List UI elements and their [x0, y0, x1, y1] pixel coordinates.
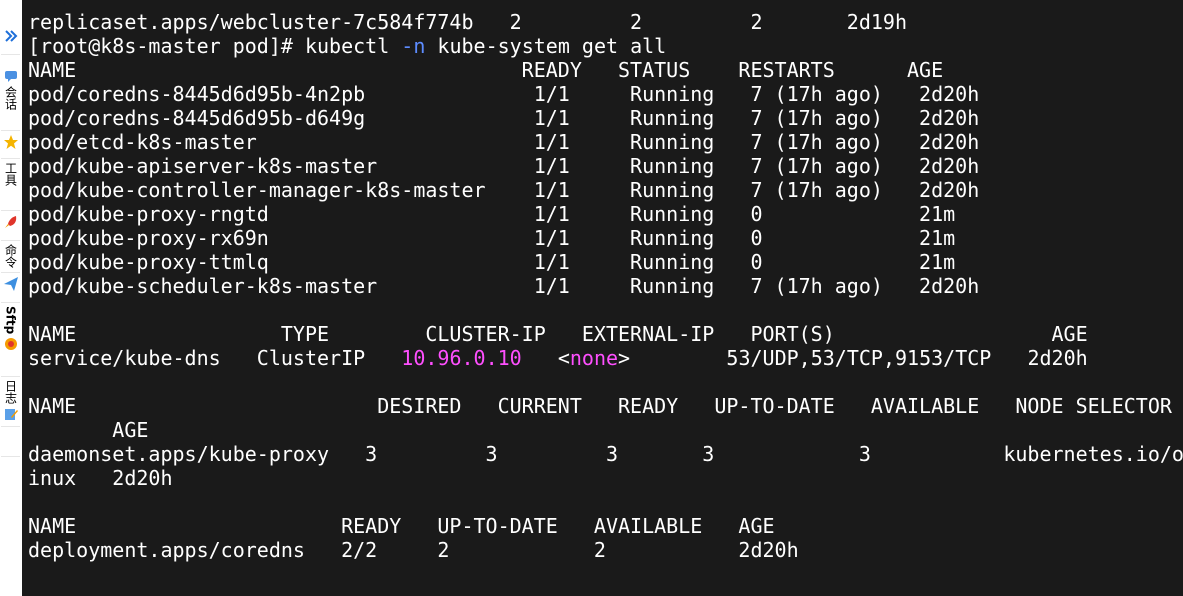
- terminal-line: inux 2d20h: [28, 466, 1183, 490]
- double-chevron-icon: [4, 30, 17, 42]
- sidebar-label-sessions: 会话: [3, 86, 18, 110]
- terminal-output[interactable]: replicaset.apps/webcluster-7c584f774b 2 …: [22, 0, 1183, 596]
- sidebar-tab-send[interactable]: [1, 274, 20, 303]
- terminal-text-segment: AGE: [28, 418, 149, 442]
- terminal-line: pod/kube-apiserver-k8s-master 1/1 Runnin…: [28, 154, 1183, 178]
- terminal-lines: replicaset.apps/webcluster-7c584f774b 2 …: [28, 10, 1183, 562]
- terminal-line: pod/kube-controller-manager-k8s-master 1…: [28, 178, 1183, 202]
- terminal-line: pod/kube-proxy-rx69n 1/1 Running 0 21m: [28, 226, 1183, 250]
- terminal-text-segment: service/kube-dns ClusterIP: [28, 346, 402, 370]
- terminal-text-segment: NAME READY UP-TO-DATE AVAILABLE AGE: [28, 514, 775, 538]
- sidebar-label-sftp: Sftp: [3, 306, 18, 335]
- star-icon: [3, 135, 18, 149]
- session-sidebar: 会话 工具 命令 Sftp 日志: [0, 0, 23, 596]
- terminal-line: NAME READY UP-TO-DATE AVAILABLE AGE: [28, 514, 1183, 538]
- terminal-text-segment: replicaset.apps/webcluster-7c584f774b 2 …: [28, 10, 907, 34]
- terminal-text-segment: pod/etcd-k8s-master 1/1 Running 7 (17h a…: [28, 130, 980, 154]
- terminal-text-segment: [root@k8s-master pod]# kubectl: [28, 34, 402, 58]
- terminal-line: pod/kube-scheduler-k8s-master 1/1 Runnin…: [28, 274, 1183, 298]
- terminal-text-segment: pod/kube-proxy-rngtd 1/1 Running 0 21m: [28, 202, 956, 226]
- terminal-text-segment: NAME READY STATUS RESTARTS AGE: [28, 58, 944, 82]
- terminal-text-segment: kube-system get all: [425, 34, 667, 58]
- terminal-line: NAME TYPE CLUSTER-IP EXTERNAL-IP PORT(S)…: [28, 322, 1183, 346]
- terminal-line: pod/etcd-k8s-master 1/1 Running 7 (17h a…: [28, 130, 1183, 154]
- send-icon: [3, 277, 18, 291]
- sidebar-tab-collapse[interactable]: [1, 26, 20, 55]
- sidebar-tab-sessions[interactable]: 会话: [1, 66, 20, 131]
- terminal-text-segment: pod/kube-apiserver-k8s-master 1/1 Runnin…: [28, 154, 980, 178]
- terminal-text-segment: pod/kube-proxy-rx69n 1/1 Running 0 21m: [28, 226, 956, 250]
- terminal-line: service/kube-dns ClusterIP 10.96.0.10 <n…: [28, 346, 1183, 370]
- terminal-line: pod/coredns-8445d6d95b-d649g 1/1 Running…: [28, 106, 1183, 130]
- sidebar-tab-sftp[interactable]: Sftp: [1, 304, 20, 377]
- terminal-text-segment: > 53/UDP,53/TCP,9153/TCP 2d20h: [618, 346, 1088, 370]
- edit-icon: [4, 409, 18, 420]
- terminal-line: deployment.apps/coredns 2/2 2 2 2d20h: [28, 538, 1183, 562]
- terminal-text-segment: none: [569, 346, 619, 370]
- terminal-text-segment: 10.96.0.10: [401, 346, 522, 370]
- sftp-icon: [4, 338, 17, 351]
- terminal-text-segment: -n: [401, 34, 426, 58]
- sidebar-tab-commands[interactable]: 命令: [1, 242, 20, 273]
- terminal-line: pod/kube-proxy-rngtd 1/1 Running 0 21m: [28, 202, 1183, 226]
- terminal-text-segment: pod/kube-controller-manager-k8s-master 1…: [28, 178, 980, 202]
- terminal-line: daemonset.apps/kube-proxy 3 3 3 3 3 kube…: [28, 442, 1183, 466]
- terminal-text-segment: pod/coredns-8445d6d95b-d649g 1/1 Running…: [28, 106, 980, 130]
- sidebar-label-logs: 日志: [3, 380, 18, 404]
- terminal-line: NAME DESIRED CURRENT READY UP-TO-DATE AV…: [28, 394, 1183, 418]
- sidebar-tab-extra[interactable]: [1, 428, 20, 457]
- terminal-text-segment: inux 2d20h: [28, 466, 173, 490]
- chat-icon: [4, 71, 17, 82]
- terminal-text-segment: <: [521, 346, 570, 370]
- terminal-text-segment: deployment.apps/coredns 2/2 2 2 2d20h: [28, 538, 799, 562]
- terminal-line: pod/kube-proxy-ttmlq 1/1 Running 0 21m: [28, 250, 1183, 274]
- terminal-text-segment: NAME TYPE CLUSTER-IP EXTERNAL-IP PORT(S)…: [28, 322, 1088, 346]
- terminal-line: [root@k8s-master pod]# kubectl -n kube-s…: [28, 34, 1183, 58]
- sidebar-tab-tools[interactable]: 工具: [1, 160, 20, 211]
- sidebar-tab-favorites[interactable]: [1, 132, 20, 159]
- terminal-text-segment: pod/coredns-8445d6d95b-4n2pb 1/1 Running…: [28, 82, 980, 106]
- terminal-text-segment: daemonset.apps/kube-proxy 3 3 3 3 3 kube…: [28, 442, 1183, 466]
- sidebar-tab-logs[interactable]: 日志: [1, 378, 20, 427]
- terminal-line: replicaset.apps/webcluster-7c584f774b 2 …: [28, 10, 1183, 34]
- terminal-line: pod/coredns-8445d6d95b-4n2pb 1/1 Running…: [28, 82, 1183, 106]
- terminal-line: AGE: [28, 418, 1183, 442]
- sidebar-label-commands: 命令: [3, 244, 18, 268]
- terminal-line: NAME READY STATUS RESTARTS AGE: [28, 58, 1183, 82]
- terminal-text-segment: NAME DESIRED CURRENT READY UP-TO-DATE AV…: [28, 394, 1172, 418]
- terminal-text-segment: pod/kube-scheduler-k8s-master 1/1 Runnin…: [28, 274, 980, 298]
- sidebar-label-tools: 工具: [3, 162, 18, 186]
- rocket-icon: [4, 216, 16, 228]
- sidebar-tab-launch[interactable]: [1, 212, 20, 241]
- terminal-text-segment: pod/kube-proxy-ttmlq 1/1 Running 0 21m: [28, 250, 956, 274]
